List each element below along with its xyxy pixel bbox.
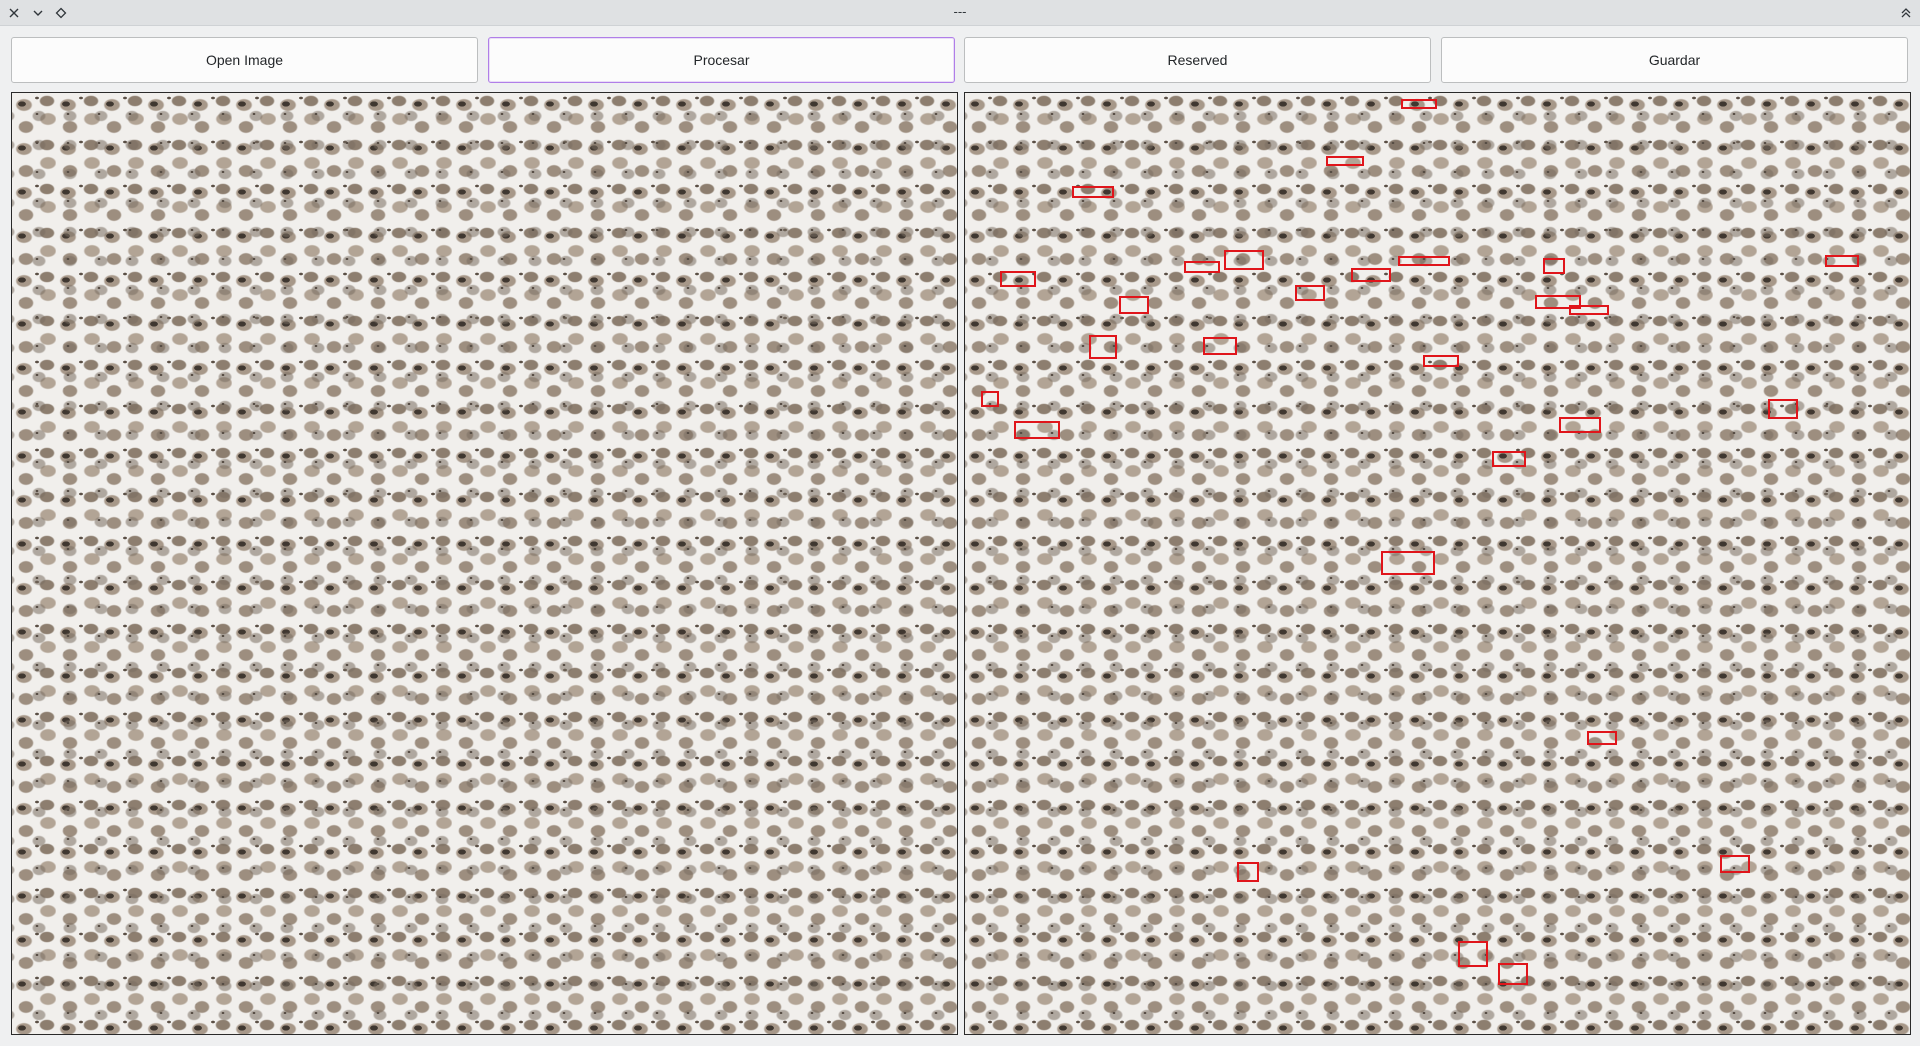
detection-box: [1825, 255, 1859, 267]
detection-box: [1401, 99, 1437, 109]
window-title: ---: [953, 4, 967, 19]
processed-image-panel: [964, 92, 1911, 1035]
double-chevron-up-icon[interactable]: [1896, 3, 1916, 23]
detection-box: [1072, 186, 1114, 198]
detection-box: [1398, 256, 1450, 266]
original-image: [12, 93, 957, 1034]
detection-box: [981, 391, 999, 407]
reserved-button[interactable]: Reserved: [964, 37, 1431, 83]
detection-box: [1569, 305, 1609, 315]
detection-box: [1326, 156, 1364, 166]
detection-box: [1014, 421, 1060, 439]
detection-box: [1423, 355, 1459, 367]
detection-box: [1000, 271, 1036, 287]
detection-box: [1119, 296, 1149, 314]
processed-image: [965, 93, 1910, 1034]
detection-box: [1237, 862, 1259, 882]
detection-box: [1492, 451, 1526, 467]
detection-box: [1720, 855, 1750, 873]
detection-box: [1351, 268, 1391, 282]
detection-box: [1295, 285, 1325, 301]
detection-box: [1224, 250, 1264, 270]
detection-box: [1768, 399, 1798, 419]
open-image-button[interactable]: Open Image: [11, 37, 478, 83]
detection-box: [1184, 261, 1220, 273]
window-titlebar: ---: [0, 0, 1920, 26]
save-button[interactable]: Guardar: [1441, 37, 1908, 83]
detection-box: [1089, 335, 1117, 359]
process-button[interactable]: Procesar: [488, 37, 955, 83]
detection-box: [1543, 258, 1565, 274]
original-image-panel: [11, 92, 958, 1035]
detection-box: [1458, 941, 1488, 967]
detection-box: [1381, 551, 1435, 575]
detection-box: [1203, 337, 1237, 355]
detection-box: [1587, 731, 1617, 745]
detection-box: [1559, 417, 1601, 433]
detection-box: [1498, 963, 1528, 985]
